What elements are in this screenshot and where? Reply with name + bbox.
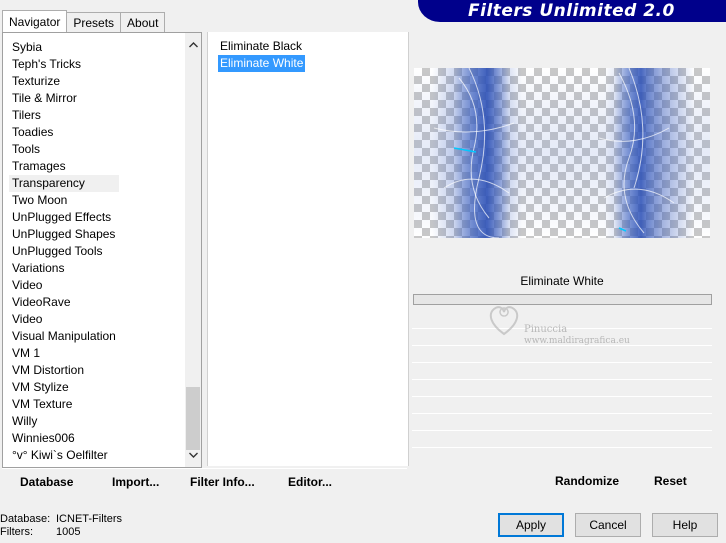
database-label: Database: [0,513,51,525]
filter-settings: Eliminate White [412,270,712,460]
category-item[interactable]: VM Distortion [9,362,119,379]
filter-info-button[interactable]: Filter Info... [190,475,255,489]
category-scrollbar[interactable] [185,33,201,467]
category-item[interactable]: °v° Kiwi`s Oelfilter [9,447,119,464]
settings-divider [412,396,712,397]
tab-about[interactable]: About [120,12,166,32]
tab-label: About [127,15,159,30]
randomize-button[interactable]: Randomize [555,474,619,488]
settings-divider [412,447,712,448]
preview-artwork [414,68,710,238]
category-item[interactable]: Tools [9,141,119,158]
cancel-button[interactable]: Cancel [575,513,641,537]
category-item[interactable]: UnPlugged Effects [9,209,119,226]
category-item[interactable]: Video [9,311,119,328]
category-item[interactable]: Transparency [9,175,119,192]
help-button[interactable]: Help [652,513,718,537]
watermark: Pinuccia www.maldiragrafica.eu [486,300,656,360]
apply-button[interactable]: Apply [498,513,564,537]
reset-button[interactable]: Reset [654,474,687,488]
category-item[interactable]: Winnies006 [9,430,119,447]
category-item[interactable]: Two Moon [9,192,119,209]
category-item[interactable]: UnPlugged Shapes [9,226,119,243]
settings-divider [412,413,712,414]
title-banner: Filters Unlimited 2.0 [418,0,726,22]
tab-bar: Navigator Presets About [2,10,166,32]
tab-presets[interactable]: Presets [66,12,122,32]
scroll-up-icon[interactable] [185,37,201,53]
category-item[interactable]: Tramages [9,158,119,175]
category-item[interactable]: VM 1 [9,345,119,362]
filter-item[interactable]: Eliminate Black [218,38,305,55]
filter-item[interactable]: Eliminate White [218,55,306,72]
preview-image [414,68,710,238]
settings-divider [412,362,712,363]
category-item[interactable]: Variations [9,260,119,277]
category-item[interactable]: Tile & Mirror [9,90,119,107]
right-toolbar: Randomize Reset [412,468,712,496]
category-item[interactable]: Teph's Tricks [9,56,119,73]
category-item[interactable]: VM Stylize [9,379,119,396]
filters-label: Filters: [0,526,33,538]
status-area: Database: ICNET-Filters Filters: 1005 [0,513,122,539]
category-list-panel[interactable]: Sybia Teph's Tricks Texturize Tile & Mirror… [2,32,202,468]
category-item[interactable]: Willy [9,413,119,430]
import-button[interactable]: Import... [112,475,159,489]
tab-navigator[interactable]: Navigator [2,10,68,32]
settings-filter-name: Eliminate White [520,274,604,288]
settings-divider [412,379,712,380]
filters-count: 1005 [56,526,81,538]
tab-label: Navigator [9,14,61,29]
database-button[interactable]: Database [20,475,73,489]
app-title: Filters Unlimited 2.0 [468,1,675,21]
tab-label: Presets [73,15,115,30]
filter-list[interactable]: Eliminate Black Eliminate White [218,38,306,72]
category-item[interactable]: Toadies [9,124,119,141]
left-toolbar: Database Import... Filter Info... Editor… [2,468,407,497]
category-item[interactable]: Video [9,277,119,294]
settings-divider [412,430,712,431]
category-list[interactable]: Sybia Teph's Tricks Texturize Tile & Mirror… [9,39,119,464]
editor-button[interactable]: Editor... [288,475,332,489]
filter-list-panel[interactable]: Eliminate Black Eliminate White [207,32,409,466]
category-item[interactable]: Texturize [9,73,119,90]
category-item[interactable]: Visual Manipulation [9,328,119,345]
scroll-down-icon[interactable] [185,447,201,463]
category-item[interactable]: Sybia [9,39,119,56]
watermark-name: Pinuccia [524,324,568,335]
category-item[interactable]: VideoRave [9,294,119,311]
category-item[interactable]: Tilers [9,107,119,124]
database-value: ICNET-Filters [56,513,122,525]
scroll-thumb[interactable] [186,387,200,450]
watermark-heart-icon [489,306,519,336]
category-item[interactable]: UnPlugged Tools [9,243,119,260]
watermark-url: www.maldiragrafica.eu [524,336,630,346]
category-item[interactable]: VM Texture [9,396,119,413]
